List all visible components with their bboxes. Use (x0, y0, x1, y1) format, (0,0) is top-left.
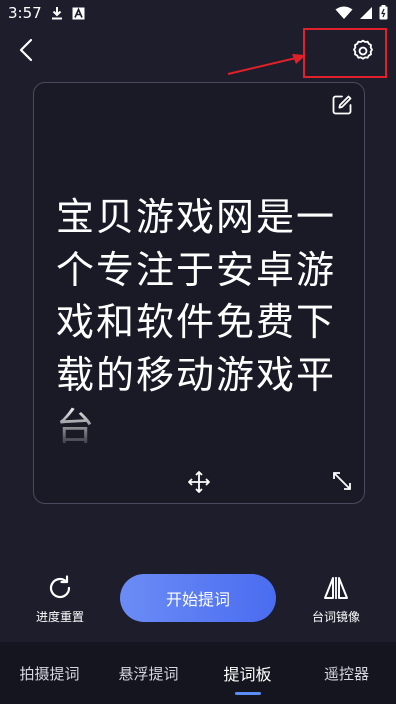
refresh-icon (49, 575, 71, 599)
download-icon (50, 5, 64, 24)
red-arrow-annotation (227, 54, 306, 75)
move-handle[interactable] (186, 469, 212, 495)
mirror-button[interactable]: 台词镜像 (301, 574, 371, 625)
bottom-nav: 拍摄提词 悬浮提词 提词板 遥控器 (0, 642, 396, 704)
tab-prompt-board[interactable]: 提词板 (208, 642, 287, 704)
tab-camera-prompt-label: 拍摄提词 (19, 664, 80, 683)
app-notification-icon (72, 5, 85, 24)
tab-camera-prompt[interactable]: 拍摄提词 (10, 642, 89, 704)
status-bar: 3:57 (0, 0, 396, 26)
status-time: 3:57 (8, 4, 42, 22)
mirror-label: 台词镜像 (311, 610, 360, 624)
signal-icon (359, 5, 373, 24)
reset-progress-button[interactable]: 进度重置 (25, 574, 95, 625)
mirror-icon (324, 577, 348, 599)
expand-diagonal-icon (333, 472, 351, 490)
edit-icon (332, 95, 352, 115)
start-prompt-button[interactable]: 开始提词 (120, 574, 276, 622)
tab-remote-control[interactable]: 遥控器 (307, 642, 386, 704)
wifi-icon (335, 5, 353, 24)
tab-floating-prompt[interactable]: 悬浮提词 (109, 642, 188, 704)
move-icon (188, 471, 210, 493)
active-tab-indicator (234, 691, 261, 695)
back-button[interactable] (10, 32, 42, 68)
teleprompter-board: 宝贝游戏网是一个专注于安卓游戏和软件免费下载的移动游戏平台 (33, 82, 365, 504)
edit-button[interactable] (330, 93, 354, 117)
tab-remote-control-label: 遥控器 (323, 664, 369, 683)
reset-progress-label: 进度重置 (35, 610, 84, 624)
script-text: 宝贝游戏网是一个专注于安卓游戏和软件免费下载的移动游戏平台 (56, 195, 337, 449)
resize-handle[interactable] (330, 469, 354, 493)
tab-floating-prompt-label: 悬浮提词 (118, 664, 179, 683)
battery-icon (379, 5, 388, 24)
chevron-left-icon (19, 38, 33, 62)
tab-prompt-board-label: 提词板 (223, 664, 272, 684)
highlight-box (303, 28, 387, 78)
